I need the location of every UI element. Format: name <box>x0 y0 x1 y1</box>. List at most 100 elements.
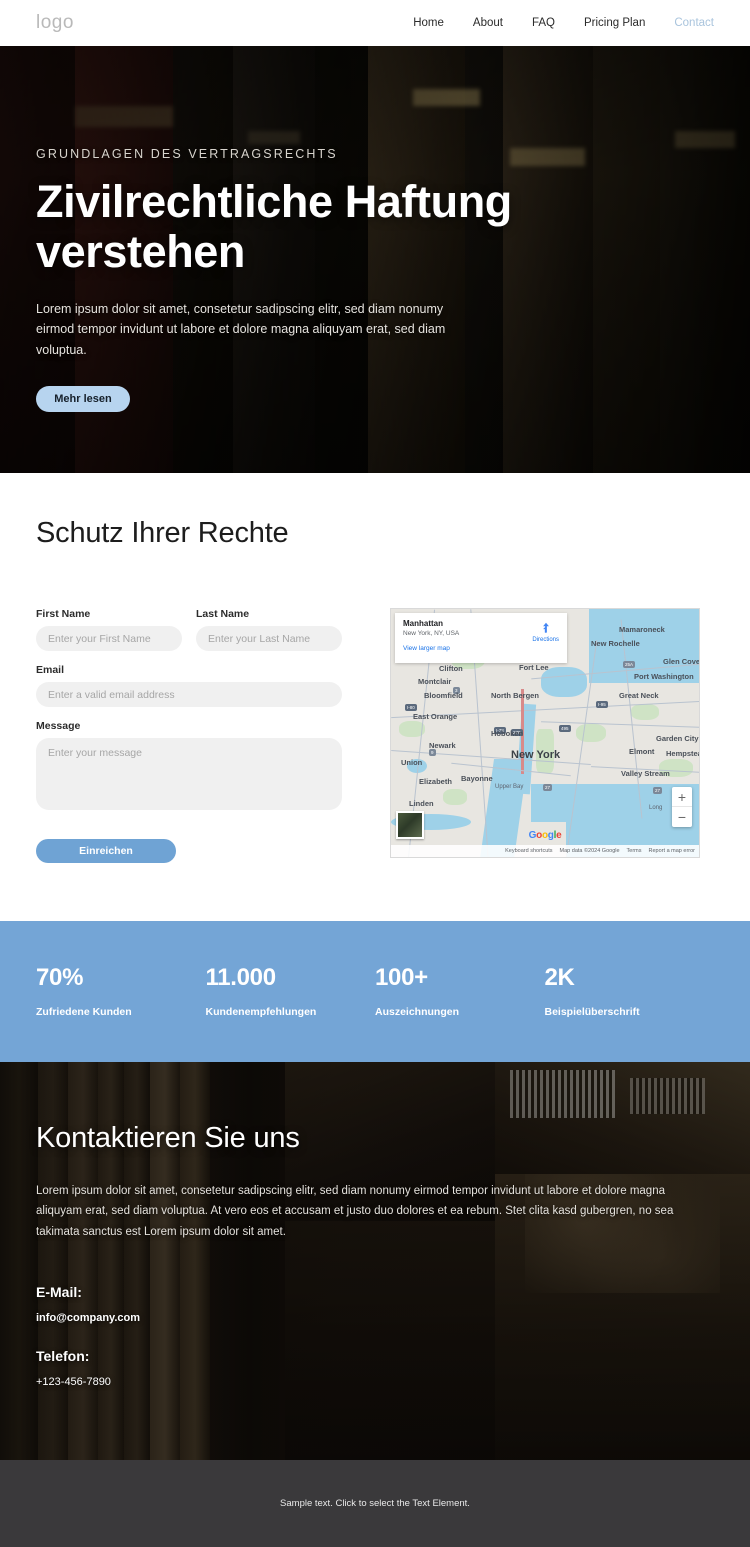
site-footer: Sample text. Click to select the Text El… <box>0 1460 750 1547</box>
zoom-out-button[interactable]: − <box>672 807 692 827</box>
first-name-field-group: First Name <box>36 608 182 651</box>
phone-value[interactable]: +123-456-7890 <box>36 1376 714 1388</box>
map-place-label: Port Washington <box>634 672 694 681</box>
map-place-label: Valley Stream <box>621 769 670 778</box>
route-shield: 495 <box>559 725 571 732</box>
directions-button[interactable]: Directions <box>532 621 559 643</box>
email-input[interactable] <box>36 682 342 707</box>
email-heading: E-Mail: <box>36 1284 82 1301</box>
phone-heading: Telefon: <box>36 1348 90 1365</box>
hero-title: Zivilrechtliche Haftung verstehen <box>36 176 512 278</box>
map-zoom-controls: + − <box>672 787 692 827</box>
map-place-label: Hoboken <box>491 729 524 738</box>
map-place-label: Union <box>401 758 423 767</box>
message-label: Message <box>36 720 81 732</box>
stat-label: Beispielüberschrift <box>544 1006 640 1018</box>
nav-item-faq[interactable]: FAQ <box>532 17 555 29</box>
map-place-label: Elmont <box>629 747 655 756</box>
section-title: Schutz Ihrer Rechte <box>36 517 289 549</box>
last-name-input[interactable] <box>196 626 342 651</box>
map-place-label: Hempstead <box>666 749 699 758</box>
stat-label: Kundenempfehlungen <box>205 1006 317 1018</box>
stat-item: 70% Zufriedene Kunden <box>36 964 206 1018</box>
map-place-label: New York <box>511 749 561 761</box>
stat-value: 70% <box>36 964 84 991</box>
nav-item-about[interactable]: About <box>473 17 503 29</box>
map-place-label: Montclair <box>418 677 452 686</box>
map-place-label: Glen Cove <box>663 657 700 666</box>
stat-value: 11.000 <box>205 964 277 991</box>
map-place-label: Garden City <box>656 734 699 743</box>
map-place-label: Bayonne <box>461 774 493 783</box>
footer-text[interactable]: Sample text. Click to select the Text El… <box>280 1498 470 1509</box>
route-shield: 9 <box>429 749 436 756</box>
last-name-label: Last Name <box>196 608 250 620</box>
route-shield: I-95 <box>596 701 608 708</box>
email-field-group: Email <box>36 664 342 707</box>
email-value[interactable]: info@company.com <box>36 1312 714 1324</box>
zoom-in-button[interactable]: + <box>672 787 692 807</box>
map-place-label: Mamaroneck <box>619 625 665 634</box>
map-place-label: Linden <box>409 799 434 808</box>
site-logo[interactable]: logo <box>36 12 74 34</box>
map-place-label: Bloomfield <box>424 691 463 700</box>
map-place-label: Upper Bay <box>495 784 524 790</box>
directions-label: Directions <box>532 637 559 643</box>
map-place-label: New Rochelle <box>591 639 640 648</box>
map-place-label: East Orange <box>413 712 458 721</box>
map-place-label: North Bergen <box>491 691 539 700</box>
stat-label: Zufriedene Kunden <box>36 1006 132 1018</box>
stat-item: 100+ Auszeichnungen <box>375 964 545 1018</box>
route-shield: 25A <box>623 661 636 668</box>
map-attribution: Map data ©2024 Google <box>559 848 620 854</box>
message-textarea[interactable] <box>36 738 342 810</box>
google-map[interactable]: 17 3 I-80 9 I-78 278 495 I-95 25A 27 27 … <box>390 608 700 858</box>
map-place-label: Newark <box>429 741 456 750</box>
stat-value: 2K <box>544 964 575 991</box>
map-place-label: Clifton <box>439 664 463 673</box>
map-place-label: Long <box>649 805 663 811</box>
report-map-error-link[interactable]: Report a map error <box>649 848 695 854</box>
route-shield: I-80 <box>405 704 417 711</box>
hero-section: GRUNDLAGEN DES VERTRAGSRECHTS Zivilrecht… <box>0 46 750 473</box>
stat-item: 2K Beispielüberschrift <box>545 964 715 1018</box>
view-larger-map-link[interactable]: View larger map <box>403 645 559 652</box>
map-place-label: Great Neck <box>619 691 659 700</box>
stat-label: Auszeichnungen <box>375 1006 460 1018</box>
nav-item-pricing-plan[interactable]: Pricing Plan <box>584 17 645 29</box>
nav-item-contact[interactable]: Contact <box>674 17 714 29</box>
email-label: Email <box>36 664 65 676</box>
directions-icon <box>542 622 549 633</box>
contact-form: First Name Last Name Email Message Einre… <box>36 608 342 863</box>
stats-band: 70% Zufriedene Kunden 11.000 Kundenempfe… <box>0 921 750 1062</box>
street-view-thumbnail[interactable] <box>396 811 424 839</box>
map-info-card: Manhattan New York, NY, USA View larger … <box>395 613 567 663</box>
map-place-label: Fort Lee <box>519 663 549 672</box>
stat-value: 100+ <box>375 964 428 991</box>
contact-info-section: Kontaktieren Sie uns Lorem ipsum dolor s… <box>0 1062 750 1461</box>
map-footer: Keyboard shortcuts Map data ©2024 Google… <box>391 845 699 857</box>
message-field-group: Message <box>36 720 342 815</box>
terms-link[interactable]: Terms <box>627 848 642 854</box>
map-column: 17 3 I-80 9 I-78 278 495 I-95 25A 27 27 … <box>390 608 714 858</box>
first-name-label: First Name <box>36 608 91 620</box>
last-name-field-group: Last Name <box>196 608 342 651</box>
google-logo: Google <box>529 830 562 841</box>
first-name-input[interactable] <box>36 626 182 651</box>
contact-paragraph: Lorem ipsum dolor sit amet, consetetur s… <box>36 1185 674 1238</box>
google-logo-letter: e <box>556 830 562 841</box>
stat-item: 11.000 Kundenempfehlungen <box>206 964 376 1018</box>
submit-button[interactable]: Einreichen <box>36 839 176 863</box>
route-shield: 27 <box>653 787 663 794</box>
nav-item-home[interactable]: Home <box>413 17 444 29</box>
hero-read-more-button[interactable]: Mehr lesen <box>36 385 130 412</box>
map-place-label: Elizabeth <box>419 777 452 786</box>
route-shield: 27 <box>543 784 553 791</box>
site-header: logo Home About FAQ Pricing Plan Contact <box>0 0 750 46</box>
hero-subtitle: Lorem ipsum dolor sit amet, consetetur s… <box>36 302 446 357</box>
contact-title: Kontaktieren Sie uns <box>36 1122 300 1154</box>
contact-form-section: Schutz Ihrer Rechte First Name Last Name… <box>0 473 750 921</box>
main-navigation: Home About FAQ Pricing Plan Contact <box>413 17 714 29</box>
hero-eyebrow: GRUNDLAGEN DES VERTRAGSRECHTS <box>36 147 338 162</box>
keyboard-shortcuts-link[interactable]: Keyboard shortcuts <box>505 848 552 854</box>
